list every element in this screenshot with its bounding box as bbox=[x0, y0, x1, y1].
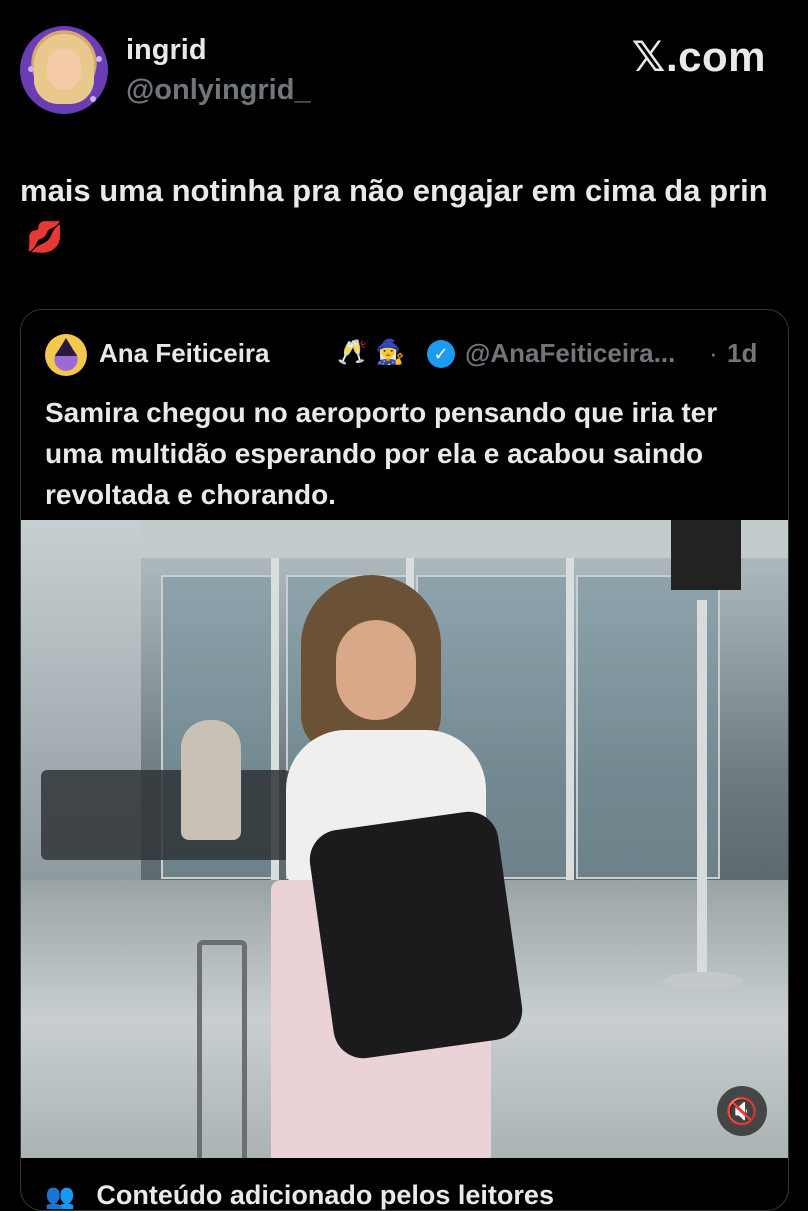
champagne-emoji-icon: 🥂 bbox=[337, 339, 367, 366]
quoted-author-avatar[interactable] bbox=[45, 334, 87, 376]
x-brand-logo: 𝕏.com bbox=[631, 33, 766, 80]
tweet-body: mais uma notinha pra não engajar em cima… bbox=[20, 173, 768, 208]
author-name[interactable]: ingrid bbox=[126, 34, 207, 67]
kiss-emoji-icon: 💋 bbox=[26, 221, 64, 254]
verified-badge-icon: ✓ bbox=[427, 340, 455, 368]
tweet-header: ingrid @onlyingrid_ 𝕏.com bbox=[20, 26, 790, 118]
quoted-tweet-text: Samira chegou no aeroporto pensando que … bbox=[45, 397, 718, 510]
quoted-tweet-header: Ana Feiticeira 🥂 🧙‍♀️ ✓ @AnaFeiticeira..… bbox=[45, 332, 765, 376]
quoted-author-handle[interactable]: @AnaFeiticeira... bbox=[465, 338, 675, 369]
quoted-author-name[interactable]: Ana Feiticeira bbox=[99, 338, 270, 369]
community-notes-banner[interactable]: 👥 Conteúdo adicionado pelos leitores bbox=[45, 1180, 554, 1210]
people-icon: 👥 bbox=[45, 1183, 75, 1210]
quoted-timestamp[interactable]: 1d bbox=[727, 338, 757, 369]
author-avatar[interactable] bbox=[20, 26, 108, 114]
witch-emoji-icon: 🧙‍♀️ bbox=[375, 339, 405, 366]
mute-toggle-icon[interactable]: 🔇 bbox=[717, 1086, 767, 1136]
community-notes-label: Conteúdo adicionado pelos leitores bbox=[96, 1180, 554, 1210]
quoted-video[interactable]: 🔇 bbox=[21, 520, 788, 1158]
tweet-text: mais uma notinha pra não engajar em cima… bbox=[20, 168, 790, 261]
meta-separator: · bbox=[709, 338, 718, 368]
quoted-tweet-card[interactable]: Ana Feiticeira 🥂 🧙‍♀️ ✓ @AnaFeiticeira..… bbox=[20, 309, 789, 1211]
author-handle[interactable]: @onlyingrid_ bbox=[126, 74, 311, 107]
